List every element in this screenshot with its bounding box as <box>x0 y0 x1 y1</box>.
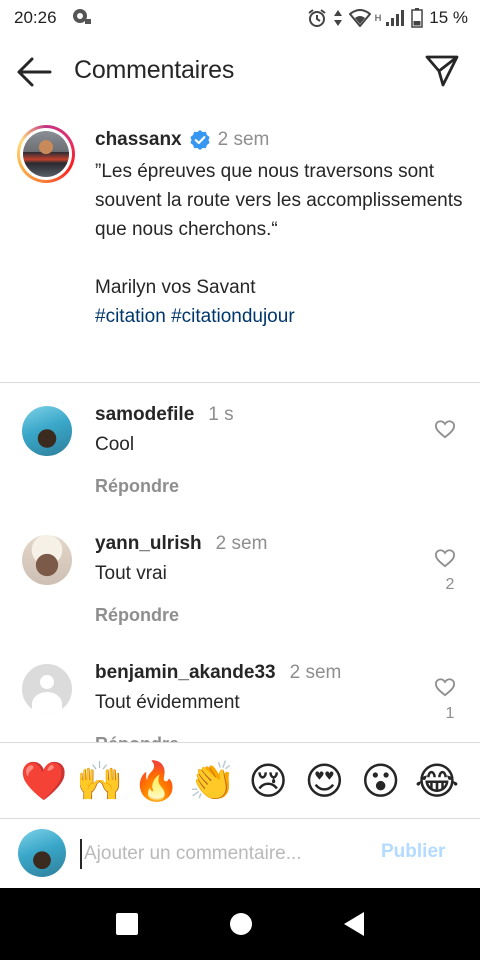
reply-button[interactable]: Répondre <box>95 734 415 742</box>
reply-button[interactable]: Répondre <box>95 476 415 497</box>
verified-badge-icon <box>190 130 210 150</box>
post-caption-text: ”Les épreuves que nous traversons sont s… <box>95 161 463 298</box>
arrow-left-icon <box>17 57 52 87</box>
hashtag-link[interactable]: #citation <box>95 306 166 327</box>
fire-emoji-button[interactable]: 🔥 <box>133 759 180 803</box>
quick-reactions-bar: ❤️ 🙌 🔥 👏 😢 😍 😮 😂 <box>0 742 480 818</box>
clapping-hands-emoji-button[interactable]: 👏 <box>189 759 236 803</box>
heart-emoji-button[interactable]: ❤️ <box>20 759 67 803</box>
data-arrows-icon <box>333 9 343 27</box>
share-button[interactable] <box>424 54 464 90</box>
comment-username[interactable]: samodefile <box>95 404 194 426</box>
like-button[interactable] <box>434 419 460 443</box>
alarm-icon <box>307 8 327 28</box>
heart-icon <box>434 678 456 697</box>
comment-username[interactable]: benjamin_akande33 <box>95 662 276 684</box>
paper-plane-icon <box>425 55 459 87</box>
post-body: chassanx 2 sem ”Les épreuves que nous tr… <box>95 127 465 331</box>
status-bar: 20:26 H 15 % <box>0 0 480 36</box>
notification-icon <box>71 7 93 30</box>
post-meta: chassanx 2 sem <box>95 127 465 153</box>
page-title: Commentaires <box>74 56 235 84</box>
tears-of-joy-emoji-button[interactable]: 😂 <box>414 759 460 803</box>
reply-button[interactable]: Répondre <box>95 605 415 626</box>
comment-time: 2 sem <box>215 533 268 554</box>
comment-body: Tout évidemment <box>95 692 240 713</box>
heart-icon <box>434 549 456 568</box>
status-time: 20:26 <box>14 8 57 27</box>
like-count: 1 <box>445 705 455 722</box>
like-button[interactable] <box>434 677 460 701</box>
heart-eyes-emoji-button[interactable]: 😍 <box>301 759 347 803</box>
status-left: 20:26 <box>14 7 93 30</box>
battery-percent: 15 % <box>429 8 468 27</box>
person-head-shape <box>40 675 54 689</box>
back-icon[interactable] <box>344 912 364 936</box>
comment-meta: benjamin_akande33 2 sem <box>95 660 415 686</box>
battery-icon <box>411 8 423 28</box>
publish-button[interactable]: Publier <box>381 841 445 863</box>
comment-item: benjamin_akande33 2 sem Tout évidemment … <box>0 641 480 742</box>
like-button[interactable] <box>434 548 460 572</box>
hashtag-link[interactable]: #citationdujour <box>171 306 295 327</box>
comment-time: 1 s <box>208 404 234 425</box>
comment-body: Cool <box>95 434 135 455</box>
avatar-frame <box>20 128 72 180</box>
system-nav-bar <box>0 888 480 960</box>
comment-text-block: yann_ulrish 2 sem Tout vrai Répondre <box>95 531 415 626</box>
person-shoulders-shape <box>32 692 62 714</box>
heart-icon <box>434 420 456 439</box>
avatar <box>23 131 69 177</box>
header: Commentaires <box>0 36 480 108</box>
network-type: H <box>374 13 382 23</box>
story-ring[interactable] <box>17 125 75 183</box>
comment-meta: samodefile 1 s <box>95 402 415 428</box>
comment-meta: yann_ulrish 2 sem <box>95 531 415 557</box>
signal-icon <box>385 9 405 27</box>
avatar[interactable] <box>22 406 72 456</box>
surprised-face-emoji-button[interactable]: 😮 <box>358 759 404 803</box>
comment-text-block: samodefile 1 s Cool Répondre <box>95 402 415 497</box>
like-count: 2 <box>445 576 455 593</box>
comment-input[interactable] <box>80 839 370 869</box>
crying-face-emoji-button[interactable]: 😢 <box>245 759 291 803</box>
post-username[interactable]: chassanx <box>95 129 182 151</box>
hashtags: #citation #citationdujour <box>95 302 465 331</box>
status-right: H 15 % <box>307 8 468 28</box>
post-caption-block: chassanx 2 sem ”Les épreuves que nous tr… <box>0 108 480 382</box>
post-time: 2 sem <box>217 129 270 150</box>
comment-username[interactable]: yann_ulrish <box>95 533 202 555</box>
home-icon[interactable] <box>230 913 252 935</box>
back-button[interactable] <box>16 56 56 88</box>
comment-body: Tout vrai <box>95 563 167 584</box>
recent-apps-icon[interactable] <box>116 913 138 935</box>
comment-item: yann_ulrish 2 sem Tout vrai Répondre 2 <box>0 512 480 641</box>
wifi-icon <box>348 9 371 27</box>
comment-text-block: benjamin_akande33 2 sem Tout évidemment … <box>95 660 415 742</box>
raising-hands-emoji-button[interactable]: 🙌 <box>76 759 123 803</box>
avatar-placeholder-icon[interactable] <box>22 664 72 714</box>
avatar[interactable] <box>22 535 72 585</box>
comment-composer: Publier <box>0 818 480 888</box>
comment-item: samodefile 1 s Cool Répondre <box>0 383 480 512</box>
avatar <box>18 829 66 877</box>
comment-time: 2 sem <box>289 662 342 683</box>
comments-list[interactable]: samodefile 1 s Cool Répondre yann_ulrish… <box>0 383 480 742</box>
